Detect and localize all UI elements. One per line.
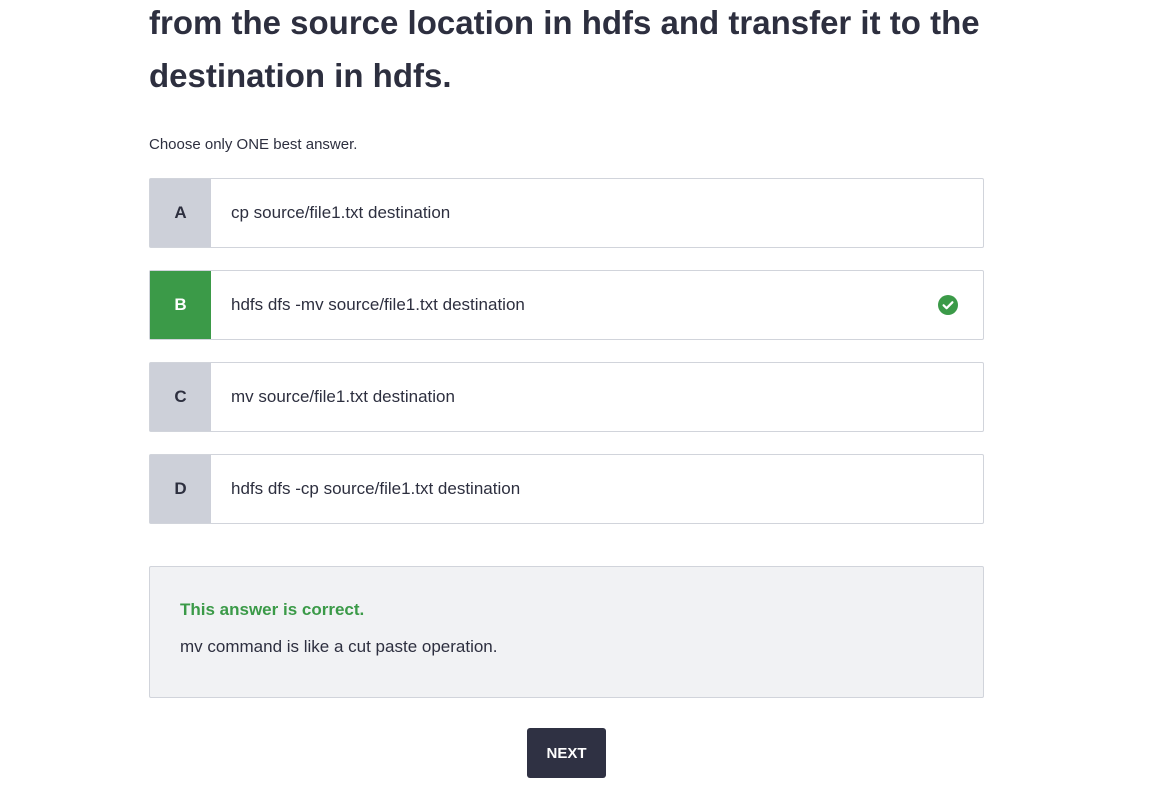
- option-text: mv source/file1.txt destination: [231, 387, 455, 406]
- answer-instruction: Choose only ONE best answer.: [149, 136, 358, 153]
- option-letter: A: [150, 179, 211, 247]
- option-letter: B: [150, 271, 211, 339]
- option-text: cp source/file1.txt destination: [231, 203, 451, 222]
- check-circle-icon: [938, 295, 958, 315]
- option-b[interactable]: B hdfs dfs -mv source/file1.txt destinat…: [149, 270, 984, 340]
- option-c[interactable]: C mv source/file1.txt destination: [149, 362, 984, 432]
- option-a[interactable]: A cp source/file1.txt destination: [149, 178, 984, 248]
- answer-options: A cp source/file1.txt destination B hdfs…: [149, 178, 984, 546]
- option-d[interactable]: D hdfs dfs -cp source/file1.txt destinat…: [149, 454, 984, 524]
- quiz-page: from the source location in hdfs and tra…: [0, 0, 1152, 785]
- next-button[interactable]: NEXT: [527, 728, 606, 778]
- feedback-explanation: mv command is like a cut paste operation…: [180, 637, 498, 656]
- feedback-status: This answer is correct.: [180, 600, 365, 619]
- question-text: from the source location in hdfs and tra…: [149, 4, 980, 94]
- option-text: hdfs dfs -mv source/file1.txt destinatio…: [231, 295, 525, 314]
- option-text: hdfs dfs -cp source/file1.txt destinatio…: [231, 479, 521, 498]
- answer-feedback-panel: This answer is correct. mv command is li…: [149, 566, 984, 698]
- option-letter: C: [150, 363, 211, 431]
- option-letter: D: [150, 455, 211, 523]
